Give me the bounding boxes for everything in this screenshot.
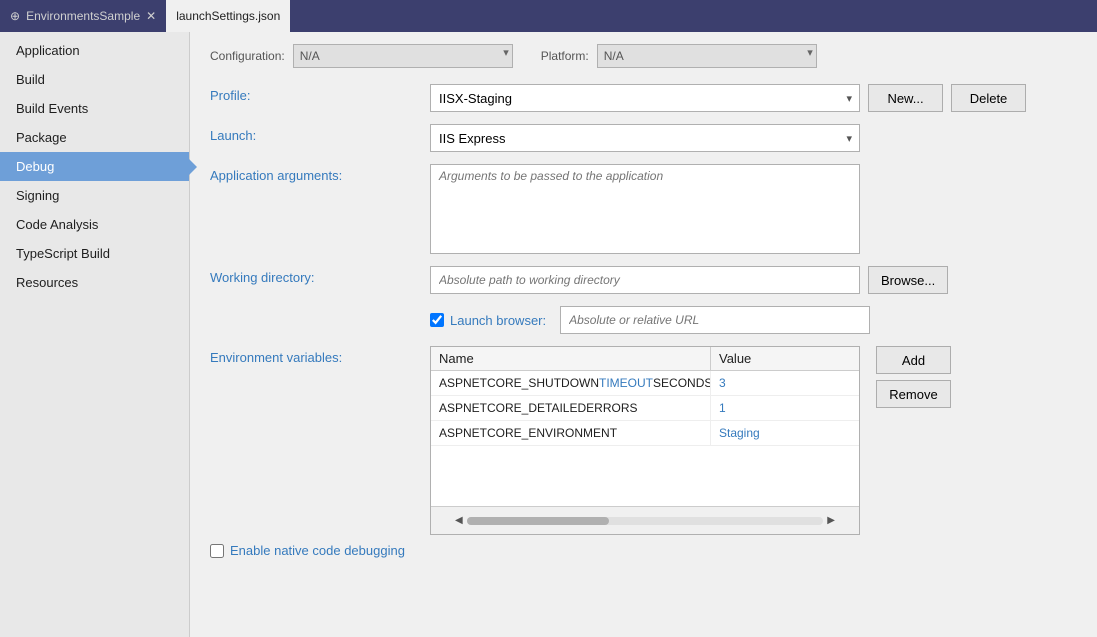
enable-native-row: Enable native code debugging xyxy=(210,543,1077,558)
tab-label-launch: launchSettings.json xyxy=(176,9,280,23)
sidebar-item-package[interactable]: Package xyxy=(0,123,189,152)
table-row[interactable]: ASPNETCORE_SHUTDOWNTIMEOUTSECONDS 3 xyxy=(431,371,859,396)
table-row[interactable]: ASPNETCORE_DETAILEDERRORS 1 xyxy=(431,396,859,421)
profile-dropdown-wrapper: IISX-Staging ▾ xyxy=(430,84,860,112)
env-header-name: Name xyxy=(431,347,711,370)
sidebar-item-resources[interactable]: Resources xyxy=(0,268,189,297)
env-variables-label: Environment variables: xyxy=(210,346,430,365)
remove-env-button[interactable]: Remove xyxy=(876,380,951,408)
env-scrollbar-track[interactable] xyxy=(467,517,824,525)
profile-label: Profile: xyxy=(210,84,430,103)
tab-environments-sample[interactable]: ⊕ EnvironmentsSample ✕ xyxy=(0,0,166,32)
launch-browser-url-input[interactable] xyxy=(560,306,870,334)
scroll-left-arrow[interactable]: ◀ xyxy=(451,515,467,526)
sidebar: Application Build Build Events Package D… xyxy=(0,32,190,637)
launch-select[interactable]: IIS Express xyxy=(430,124,860,152)
new-profile-button[interactable]: New... xyxy=(868,84,943,112)
main-layout: Application Build Build Events Package D… xyxy=(0,32,1097,637)
delete-profile-button[interactable]: Delete xyxy=(951,84,1026,112)
working-directory-label: Working directory: xyxy=(210,266,430,285)
env-table: Name Value ASPNETCORE_SHUTDOWNTIMEOUTSEC… xyxy=(430,346,860,535)
platform-label: Platform: xyxy=(541,49,589,63)
tab-launch-settings[interactable]: launchSettings.json xyxy=(166,0,290,32)
sidebar-item-debug[interactable]: Debug xyxy=(0,152,189,181)
env-button-group: Add Remove xyxy=(868,346,951,408)
env-cell-name-1: ASPNETCORE_DETAILEDERRORS xyxy=(431,396,711,420)
env-table-container: Name Value ASPNETCORE_SHUTDOWNTIMEOUTSEC… xyxy=(430,346,860,535)
launch-browser-checkbox[interactable] xyxy=(430,313,444,327)
table-row[interactable]: ASPNETCORE_ENVIRONMENT Staging xyxy=(431,421,859,446)
configuration-select[interactable]: N/A xyxy=(293,44,513,68)
env-header-value: Value xyxy=(711,347,859,370)
tab-close-icon[interactable]: ✕ xyxy=(146,9,156,23)
configuration-label: Configuration: xyxy=(210,49,285,63)
env-scrollbar-thumb[interactable] xyxy=(467,517,610,525)
profile-select[interactable]: IISX-Staging xyxy=(430,84,860,112)
profile-row: Profile: IISX-Staging ▾ New... Delete xyxy=(210,84,1077,112)
env-variables-row: Environment variables: Name Value ASPNET… xyxy=(210,346,1077,535)
env-table-header: Name Value xyxy=(431,347,859,371)
app-arguments-row: Application arguments: xyxy=(210,164,1077,254)
launch-label: Launch: xyxy=(210,124,430,143)
env-cell-value-0: 3 xyxy=(711,371,859,395)
sidebar-item-build[interactable]: Build xyxy=(0,65,189,94)
tab-pin-icon[interactable]: ⊕ xyxy=(10,9,20,23)
enable-native-label: Enable native code debugging xyxy=(230,543,405,558)
sidebar-item-build-events[interactable]: Build Events xyxy=(0,94,189,123)
launch-browser-label: Launch browser: xyxy=(450,313,546,328)
scroll-right-arrow[interactable]: ▶ xyxy=(823,515,839,526)
launch-row: Launch: IIS Express ▾ xyxy=(210,124,1077,152)
env-cell-name-0: ASPNETCORE_SHUTDOWNTIMEOUTSECONDS xyxy=(431,371,711,395)
env-cell-value-2: Staging xyxy=(711,421,859,445)
config-platform-row: Configuration: N/A Platform: N/A xyxy=(210,44,1077,68)
launch-dropdown-wrapper: IIS Express ▾ xyxy=(430,124,860,152)
env-scrollbar-area: ◀ ▶ xyxy=(431,506,859,534)
working-directory-input[interactable] xyxy=(430,266,860,294)
enable-native-checkbox[interactable] xyxy=(210,544,224,558)
title-bar: ⊕ EnvironmentsSample ✕ launchSettings.js… xyxy=(0,0,1097,32)
tab-label-environments: EnvironmentsSample xyxy=(26,9,140,23)
app-arguments-textarea[interactable] xyxy=(430,164,860,254)
sidebar-item-code-analysis[interactable]: Code Analysis xyxy=(0,210,189,239)
working-directory-row: Working directory: Browse... xyxy=(210,266,1077,294)
configuration-select-wrapper: N/A xyxy=(293,44,513,68)
launch-browser-row: Launch browser: xyxy=(210,306,1077,334)
platform-select-wrapper: N/A xyxy=(597,44,817,68)
content-area: Configuration: N/A Platform: N/A Profile… xyxy=(190,32,1097,637)
sidebar-item-application[interactable]: Application xyxy=(0,36,189,65)
sidebar-item-typescript-build[interactable]: TypeScript Build xyxy=(0,239,189,268)
env-cell-name-2: ASPNETCORE_ENVIRONMENT xyxy=(431,421,711,445)
browse-button[interactable]: Browse... xyxy=(868,266,948,294)
sidebar-item-signing[interactable]: Signing xyxy=(0,181,189,210)
add-env-button[interactable]: Add xyxy=(876,346,951,374)
env-table-empty-space xyxy=(431,446,859,506)
app-arguments-label: Application arguments: xyxy=(210,164,430,183)
env-cell-value-1: 1 xyxy=(711,396,859,420)
platform-select[interactable]: N/A xyxy=(597,44,817,68)
